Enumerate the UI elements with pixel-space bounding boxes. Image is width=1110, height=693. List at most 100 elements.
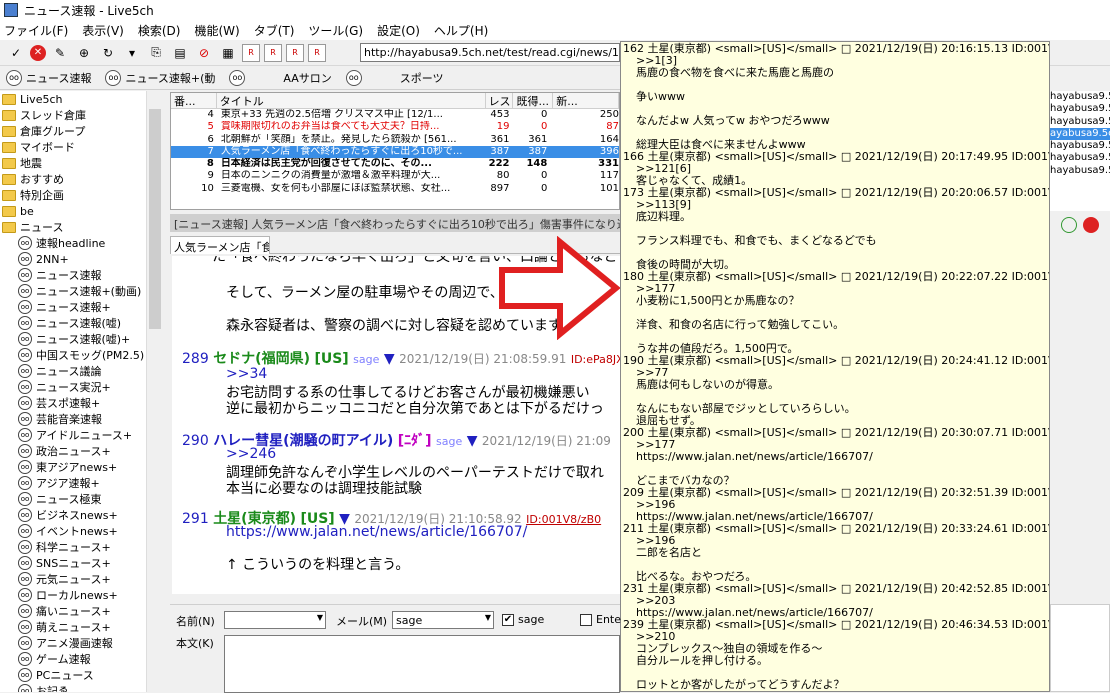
- dropdown-icon[interactable]: ▾: [122, 43, 142, 63]
- post-menu-icon[interactable]: ▼: [384, 351, 395, 367]
- menu-function[interactable]: 機能(W): [194, 22, 239, 39]
- refresh-icon[interactable]: ↻: [98, 43, 118, 63]
- tree-board[interactable]: oo SNSニュース+: [0, 555, 161, 571]
- res-thread-icon[interactable]: R: [308, 43, 326, 62]
- col-res[interactable]: レス: [486, 93, 514, 108]
- paste-icon[interactable]: ▤: [170, 43, 190, 63]
- menu-file[interactable]: ファイル(F): [4, 22, 68, 39]
- tree-board[interactable]: oo 速報headline: [0, 235, 161, 251]
- check-icon[interactable]: ✓: [6, 43, 26, 63]
- grid-icon[interactable]: ▦: [218, 43, 238, 63]
- tree-board[interactable]: oo 芸スポ速報+: [0, 395, 161, 411]
- chevron-down-icon[interactable]: ▼: [485, 613, 491, 622]
- tree-folder[interactable]: ニュース: [0, 219, 161, 235]
- board-tab[interactable]: oo ニュース速報+(動: [105, 69, 215, 86]
- menu-settings[interactable]: 設定(O): [377, 22, 420, 39]
- pin-icon[interactable]: ⊕: [74, 43, 94, 63]
- tree-folder[interactable]: be: [0, 203, 161, 219]
- tree-board[interactable]: oo ニュース速報(嘘): [0, 315, 161, 331]
- board-tab[interactable]: oo: [229, 69, 249, 86]
- tree-folder[interactable]: 地震: [0, 155, 161, 171]
- thread-row[interactable]: 4 東京+33 先週の2.5倍増 クリスマス中止 [12/1... 453 0 250: [171, 109, 619, 121]
- address-bar[interactable]: http://hayabusa9.5ch.net/test/read.cgi/n…: [360, 43, 620, 62]
- stop-icon[interactable]: ✕: [30, 44, 46, 61]
- tree-board[interactable]: oo アイドルニュース+: [0, 427, 161, 443]
- tree-board[interactable]: oo ニュース速報: [0, 267, 161, 283]
- post-menu-icon[interactable]: ▼: [467, 433, 478, 449]
- tree-board[interactable]: oo 痛いニュース+: [0, 603, 161, 619]
- thread-row[interactable]: 10 三菱電機、女を何も小部屋にほぼ監禁状態、女社... 897 0 101: [171, 183, 619, 195]
- tree-folder[interactable]: スレッド倉庫: [0, 107, 161, 123]
- board-tab[interactable]: oo: [345, 69, 366, 86]
- tree-board[interactable]: oo 東アジアnews+: [0, 459, 161, 475]
- tree-board[interactable]: oo ニュース速報+(動画): [0, 283, 161, 299]
- res-icon[interactable]: R: [286, 43, 304, 62]
- tree-folder[interactable]: おすすめ: [0, 171, 161, 187]
- tree-scrollbar[interactable]: [146, 91, 162, 692]
- anchor-link[interactable]: >>246: [226, 446, 276, 462]
- tree-board[interactable]: oo ゲーム速報: [0, 651, 161, 667]
- tree-folder[interactable]: マイボード: [0, 139, 161, 155]
- tree-board[interactable]: oo 科学ニュース+: [0, 539, 161, 555]
- chevron-down-icon[interactable]: ▼: [317, 613, 323, 622]
- tree-board[interactable]: oo 芸能音楽速報: [0, 411, 161, 427]
- mail-field[interactable]: sage ▼: [392, 611, 494, 629]
- tree-board[interactable]: oo 2NN+: [0, 251, 161, 267]
- tree-board[interactable]: oo ニュース極東: [0, 491, 161, 507]
- menu-search[interactable]: 検索(D): [138, 22, 181, 39]
- tree-board[interactable]: oo アジア速報+: [0, 475, 161, 491]
- menu-tools[interactable]: ツール(G): [308, 22, 363, 39]
- menu-help[interactable]: ヘルプ(H): [434, 22, 488, 39]
- tree-folder[interactable]: 倉庫グループ: [0, 123, 161, 139]
- thread-tab[interactable]: 人気ラーメン店「食: [170, 236, 270, 254]
- thread-row[interactable]: 8 日本経済は民主党が回復させてたのに、その... 222 148 331: [171, 158, 619, 170]
- tree-board[interactable]: oo 中国スモッグ(PM2.5): [0, 347, 161, 363]
- sage-checkbox[interactable]: ✔: [502, 614, 514, 626]
- menu-view[interactable]: 表示(V): [82, 22, 124, 39]
- board-tab[interactable]: AAサロン: [283, 70, 331, 86]
- tree-board[interactable]: oo ローカルnews+: [0, 587, 161, 603]
- tree-board[interactable]: oo 萌えニュース+: [0, 619, 161, 635]
- col-number[interactable]: 番...: [171, 93, 217, 108]
- col-new[interactable]: 新...: [553, 93, 619, 108]
- enter-checkbox[interactable]: [580, 614, 592, 626]
- tree-board[interactable]: oo ニュース速報(嘘)+: [0, 331, 161, 347]
- post-number[interactable]: 290: [182, 433, 209, 449]
- refresh-icon[interactable]: [1061, 217, 1077, 233]
- post-id[interactable]: ID:001V8/zB0: [526, 513, 601, 526]
- post-id[interactable]: ID:ePa8JX: [571, 353, 620, 366]
- post-number[interactable]: 289: [182, 351, 209, 367]
- res-post-icon[interactable]: R: [264, 43, 282, 62]
- menu-tab[interactable]: タブ(T): [254, 22, 295, 39]
- tree-board[interactable]: oo ビジネスnews+: [0, 507, 161, 523]
- tree-board[interactable]: oo ニュース実況+: [0, 379, 161, 395]
- tree-board[interactable]: oo 政治ニュース+: [0, 443, 161, 459]
- tree-board[interactable]: oo ニュース議論: [0, 363, 161, 379]
- thread-row[interactable]: 9 日本のニンニクの消費量が激増＆激辛料理が大... 80 0 117: [171, 170, 619, 182]
- block-icon[interactable]: ⊘: [194, 43, 214, 63]
- tree-board[interactable]: oo イベントnews+: [0, 523, 161, 539]
- res-read-icon[interactable]: R: [242, 43, 260, 62]
- thread-row[interactable]: 6 北朝鮮が「笑顔」を禁止。発見したら銃殺か [561... 361 361 164: [171, 134, 619, 146]
- board-tab[interactable]: スポーツ: [400, 70, 444, 86]
- post-number[interactable]: 291: [182, 511, 209, 527]
- copy-icon[interactable]: ⎘: [146, 43, 166, 63]
- body-textarea[interactable]: [224, 635, 620, 693]
- col-read[interactable]: 既得...: [513, 93, 554, 108]
- tree-board[interactable]: oo お記ゑ: [0, 683, 161, 692]
- thread-row[interactable]: 7 人気ラーメン店「食べ終わったらすぐに出ろ10秒で... 387 387 396: [171, 145, 619, 159]
- tree-board[interactable]: oo PCニュース: [0, 667, 161, 683]
- tree-folder[interactable]: 特別企画: [0, 187, 161, 203]
- close-icon[interactable]: [1083, 217, 1099, 233]
- tree-board[interactable]: oo アニメ漫画速報: [0, 635, 161, 651]
- thread-row[interactable]: 5 賞味期限切れのお弁当は食べても大丈夫？日持... 19 0 87: [171, 121, 619, 133]
- tree-folder[interactable]: Live5ch: [0, 91, 161, 107]
- tool-icon[interactable]: ✎: [50, 43, 70, 63]
- tree-board[interactable]: oo ニュース速報+: [0, 299, 161, 315]
- board-tab[interactable]: oo ニュース速報: [6, 69, 91, 86]
- url-link[interactable]: https://www.jalan.net/news/article/16670…: [226, 524, 527, 540]
- col-title[interactable]: タイトル: [217, 93, 486, 108]
- scroll-thumb[interactable]: [149, 109, 161, 329]
- anchor-link[interactable]: >>34: [226, 366, 267, 382]
- tree-board[interactable]: oo 元気ニュース+: [0, 571, 161, 587]
